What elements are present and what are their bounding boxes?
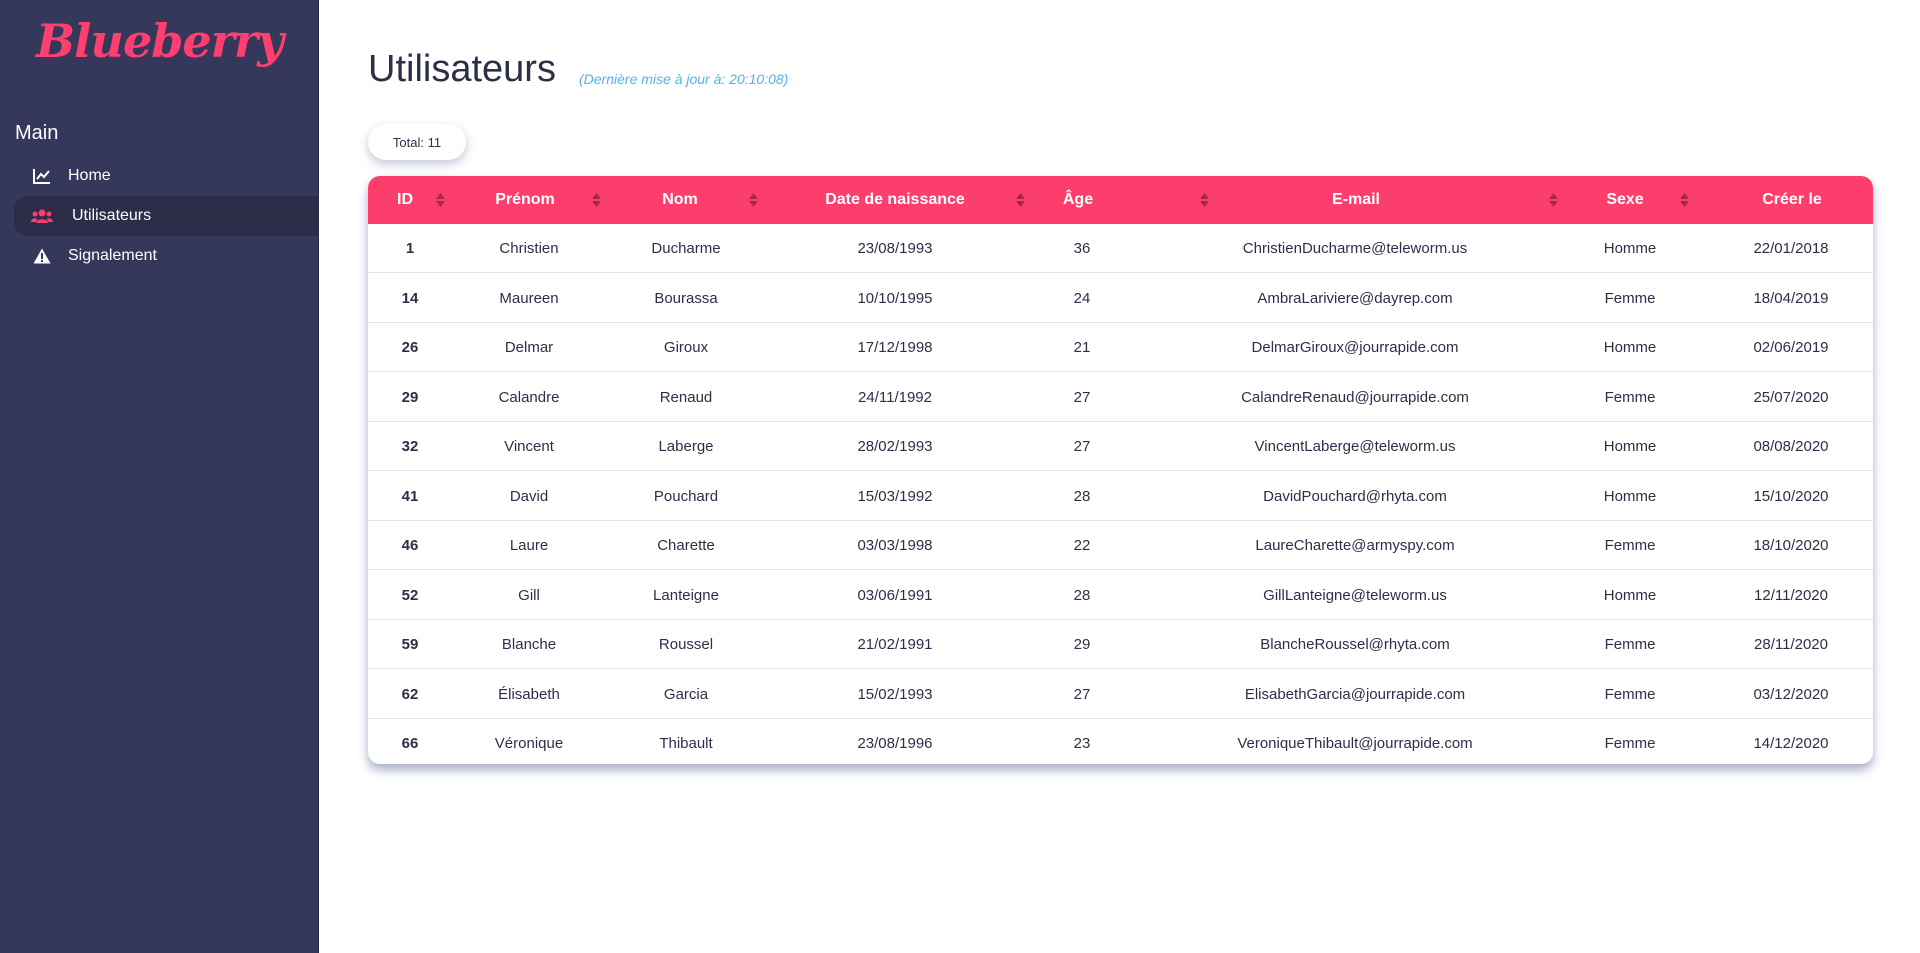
cell-email: VincentLaberge@teleworm.us — [1254, 438, 1456, 455]
cell-age: 22 — [1073, 537, 1091, 554]
table-row[interactable]: 59 Blanche Roussel 21/02/1991 29 BlancheRouss… — [368, 620, 1873, 669]
warning-icon — [30, 246, 54, 266]
sidebar-item-label: Signalement — [68, 247, 157, 264]
cell-creer-le: 22/01/2018 — [1753, 240, 1829, 257]
sidebar-section-title: Main — [15, 122, 59, 144]
cell-creer-le: 02/06/2019 — [1753, 339, 1829, 356]
sidebar-item-label: Home — [68, 167, 111, 184]
table-row[interactable]: 29 Calandre Renaud 24/11/1992 27 CalandreRena… — [368, 373, 1873, 422]
table-row[interactable]: 41 David Pouchard 15/03/1992 28 DavidPouchard… — [368, 472, 1873, 521]
sort-icon[interactable] — [1200, 193, 1209, 207]
cell-creer-le: 12/11/2020 — [1754, 586, 1828, 604]
total-count-badge: Total: 11 — [368, 124, 466, 160]
cell-age: 24 — [1073, 289, 1091, 307]
users-table: ID Prénom Nom Date de naissance Âge E-mail Sex… — [368, 176, 1873, 764]
table-row[interactable]: 62 Élisabeth Garcia 15/02/1993 27 ElisabethGa… — [368, 670, 1873, 719]
table-row[interactable]: 32 Vincent Laberge 28/02/1993 27 VincentLaber… — [368, 422, 1873, 471]
chart-line-icon — [30, 166, 54, 186]
table-row[interactable]: 52 Gill Lanteigne 03/06/1991 28 GillLanteigne… — [368, 571, 1873, 620]
cell-email: ElisabethGarcia@jourrapide.com — [1244, 685, 1466, 703]
cell-email: LaureCharette@armyspy.com — [1255, 537, 1455, 554]
sidebar: Blueberry Main Home Utilisateurs Signale… — [0, 0, 319, 953]
users-icon — [30, 206, 54, 226]
cell-email: GillLanteigne@teleworm.us — [1263, 586, 1447, 604]
cell-creer-le: 03/12/2020 — [1753, 685, 1829, 703]
cell-age: 21 — [1073, 339, 1091, 356]
cell-age: 27 — [1073, 685, 1091, 703]
page-title: Utilisateurs — [368, 48, 556, 90]
cell-email: BlancheRoussel@rhyta.com — [1260, 636, 1450, 653]
table-row[interactable]: 14 Maureen Bourassa 10/10/1995 24 AmbraLarivi… — [368, 274, 1873, 323]
sidebar-item-utilisateurs[interactable]: Utilisateurs — [14, 196, 319, 236]
cell-creer-le: 28/11/2020 — [1754, 636, 1828, 653]
cell-email: ChristienDucharme@teleworm.us — [1242, 240, 1468, 257]
cell-age: 27 — [1073, 438, 1091, 455]
sidebar-item-label: Utilisateurs — [72, 207, 152, 224]
cell-creer-le: 14/12/2020 — [1753, 735, 1829, 752]
cell-creer-le: 08/08/2020 — [1753, 438, 1829, 455]
app-logo[interactable]: Blueberry — [0, 14, 319, 68]
cell-age: 36 — [1073, 240, 1091, 257]
cell-creer-le: 18/04/2019 — [1753, 289, 1829, 307]
cell-age: 27 — [1073, 388, 1091, 406]
cell-age: 28 — [1073, 586, 1091, 604]
column-header-email[interactable]: E-mail — [1246, 176, 1466, 224]
cell-age: 23 — [1073, 735, 1091, 752]
cell-creer-le: 15/10/2020 — [1753, 487, 1829, 505]
last-update-text: (Dernière mise à jour à: 20:10:08) — [579, 71, 789, 87]
table-row[interactable]: 1 Christien Ducharme 23/08/1993 36 ChristienD… — [368, 224, 1873, 273]
table-header: ID Prénom Nom Date de naissance Âge E-mail Sex… — [368, 176, 1873, 224]
table-row[interactable]: 66 Véronique Thibault 23/08/1996 23 Veronique… — [368, 719, 1873, 764]
sidebar-item-home[interactable]: Home — [14, 156, 319, 196]
cell-creer-le: 25/07/2020 — [1753, 388, 1829, 406]
cell-email: AmbraLariviere@dayrep.com — [1257, 289, 1453, 307]
sort-icon[interactable] — [749, 193, 758, 207]
cell-email: DavidPouchard@rhyta.com — [1263, 487, 1447, 505]
column-header-age[interactable]: Âge — [968, 176, 1188, 224]
cell-email: DelmarGiroux@jourrapide.com — [1251, 339, 1459, 356]
cell-email: VeroniqueThibault@jourrapide.com — [1237, 735, 1473, 752]
cell-age: 29 — [1073, 636, 1091, 653]
cell-creer-le: 18/10/2020 — [1753, 537, 1829, 554]
column-header-creer-le[interactable]: Créer le — [1682, 176, 1873, 224]
cell-age: 28 — [1073, 487, 1091, 505]
table-row[interactable]: 26 Delmar Giroux 17/12/1998 21 DelmarGiroux@j… — [368, 323, 1873, 372]
cell-email: CalandreRenaud@jourrapide.com — [1241, 388, 1469, 406]
table-row[interactable]: 46 Laure Charette 03/03/1998 22 LaureCharette… — [368, 521, 1873, 570]
sidebar-item-signalement[interactable]: Signalement — [14, 236, 319, 276]
